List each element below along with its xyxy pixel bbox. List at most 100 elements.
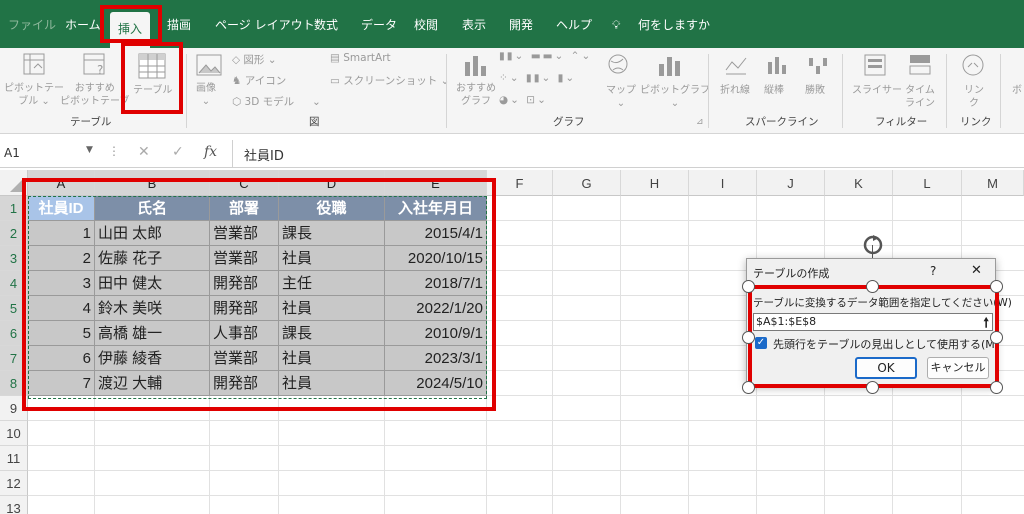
pivot-chart-button[interactable]: ピボットグラフ ⌄ [640,84,710,110]
tab-page-layout[interactable]: ページ レイアウト [215,0,315,48]
charts-dialog-launcher[interactable]: ⊿ [696,117,704,127]
link-button[interactable]: リンク [964,84,984,110]
3d-models-caret[interactable]: ⌄ [312,96,321,108]
dialog-help-button[interactable]: ? [930,264,936,278]
recommended-chart-icon [465,56,486,76]
resize-handle-icon[interactable] [990,331,1003,344]
tab-view[interactable]: 表示 [462,0,486,48]
resize-handle-icon[interactable] [990,280,1003,293]
sparkline-column-button[interactable]: 縦棒 [764,84,784,97]
recommended-chart-button[interactable]: おすすめ グラフ [456,82,496,108]
column-chart-button[interactable]: ▮▮⌄ ▬▬⌄ ⌃⌄ [499,50,592,62]
rotate-icon[interactable] [860,232,886,258]
pie-chart-button[interactable]: ◕⌄ ⊡⌄ [499,94,548,106]
more-options-icon: ⋮ [108,144,120,158]
name-box-dropdown-icon[interactable]: ▼ [86,145,93,155]
gridline-row [28,495,1024,496]
tab-data[interactable]: データ [361,0,397,48]
shapes-button[interactable]: ◇ 図形 ⌄ [232,52,277,67]
svg-text:?: ? [97,63,103,77]
group-label-tables: テーブル [70,116,112,128]
tab-home[interactable]: ホーム [65,0,101,48]
gridline-row [28,445,1024,446]
group-separator [708,54,709,128]
tab-review[interactable]: 校閲 [414,0,438,48]
lightbulb-icon: 💡︎ [612,18,621,32]
sparkline-line-button[interactable]: 折れ線 [720,84,750,97]
column-header-m[interactable]: M [962,170,1024,196]
highlight-table-range [22,178,496,411]
group-label-filters: フィルター [875,116,928,128]
group-separator [842,54,843,128]
insert-function-icon[interactable]: fx [204,144,217,160]
sparkline-column-icon [768,57,786,74]
smartart-button[interactable]: ▤ SmartArt [330,52,391,64]
row-header-13[interactable]: 13 [0,496,28,514]
group-separator [186,54,187,128]
map-chart-icon [608,54,628,74]
gridline-row [28,420,1024,421]
resize-handle-icon[interactable] [742,280,755,293]
pivot-table-icon [23,53,45,75]
pivot-table-button[interactable]: ピボットテー ブル ⌄ [4,82,64,108]
resize-handle-icon[interactable] [866,381,879,394]
row-header-11[interactable]: 11 [0,446,28,471]
group-label-charts: グラフ [553,116,585,128]
resize-handle-icon[interactable] [742,331,755,344]
maps-button[interactable]: マップ ⌄ [606,84,636,110]
resize-handle-icon[interactable] [742,381,755,394]
tab-draw[interactable]: 描画 [167,0,191,48]
icons-button[interactable]: ♞ アイコン [232,73,286,88]
column-header-h[interactable]: H [621,170,689,196]
dialog-title: テーブルの作成 [753,267,830,280]
cancel-icon[interactable]: ✕ [138,144,150,160]
row-header-10[interactable]: 10 [0,421,28,446]
resize-handle-icon[interactable] [866,280,879,293]
enter-check-icon[interactable]: ✓ [172,144,184,160]
sparkline-winloss-button[interactable]: 勝敗 [805,84,825,97]
column-header-k[interactable]: K [825,170,893,196]
pivot-chart-icon [659,57,680,76]
gridline-col [620,196,621,514]
dialog-close-button[interactable]: ✕ [971,263,982,278]
column-header-j[interactable]: J [757,170,825,196]
formula-divider [232,140,233,168]
sparkline-winloss-icon [809,58,827,74]
row-header-12[interactable]: 12 [0,471,28,496]
column-header-i[interactable]: I [689,170,757,196]
tab-help[interactable]: ヘルプ [556,0,592,48]
tab-developer[interactable]: 開発 [509,0,533,48]
group-separator [946,54,947,128]
link-icon [962,54,984,76]
group-label-illustrations: 図 [309,116,320,128]
tell-me-search[interactable]: 何をしますか [638,0,710,48]
comment-button[interactable]: ボ [1012,84,1022,97]
gridline-row [28,470,1024,471]
screenshot-icon: ▭ [330,75,344,87]
group-separator [446,54,447,128]
tab-file[interactable]: ファイル [8,0,56,48]
gridline-col [688,196,689,514]
recommended-pivot-button[interactable]: おすすめ ピボットテーブ [60,82,129,108]
tab-formulas[interactable]: 数式 [314,0,338,48]
name-box[interactable]: A1 [4,146,20,160]
cube-icon: ⬡ [232,96,245,108]
scatter-chart-button[interactable]: ⁘⌄ ▮▮⌄ ▮⌄ [499,72,576,84]
column-header-l[interactable]: L [893,170,962,196]
formula-input[interactable]: 社員ID [244,145,284,164]
timeline-button[interactable]: タイム ライン [905,84,935,110]
image-button[interactable]: 画像 ⌄ [196,82,216,108]
highlight-dialog [748,285,999,388]
formula-bar: A1 ▼ ⋮ ✕ ✓ fx 社員ID [0,140,1024,168]
column-header-f[interactable]: F [487,170,553,196]
sparkline-line-icon [725,57,747,75]
slicer-icon [864,54,886,76]
resize-handle-icon[interactable] [990,381,1003,394]
gridline-col [552,196,553,514]
slicer-button[interactable]: スライサー [852,84,902,97]
3d-models-button[interactable]: ⬡ 3D モデル [232,94,294,109]
image-icon [196,54,222,76]
screenshot-button[interactable]: ▭ スクリーンショット ⌄ [330,73,449,88]
icons-icon: ♞ [232,75,245,87]
column-header-g[interactable]: G [553,170,621,196]
